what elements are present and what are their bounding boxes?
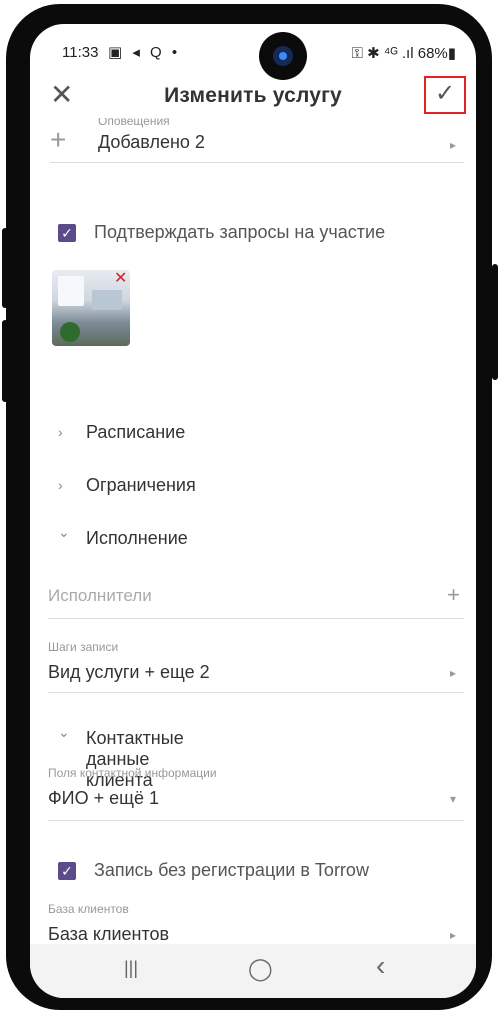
dropdown-arrow-icon: ▾ bbox=[449, 792, 456, 806]
power-button bbox=[492, 264, 498, 380]
plus-icon[interactable]: + bbox=[447, 582, 460, 608]
section-execution-label: Исполнение bbox=[86, 528, 188, 548]
chevron-right-icon: › bbox=[58, 477, 63, 493]
recent-apps-icon[interactable]: ||| bbox=[124, 958, 138, 979]
contact-fields-label: Поля контактной информации bbox=[48, 766, 217, 780]
phone-frame: 11:33 ▣ ◂ Q • ⚿ ✱ ⁴ᴳ .ıl 68%▮ ✕ Изменить… bbox=[2, 4, 498, 1010]
form-content: Оповещения + Добавлено 2 ▸ ✓ Подтверждат… bbox=[30, 118, 476, 944]
status-time: 11:33 bbox=[62, 44, 99, 61]
status-bar: 11:33 ▣ ◂ Q • ⚿ ✱ ⁴ᴳ .ıl 68%▮ bbox=[30, 40, 476, 68]
notification-icons: ▣ ◂ Q • bbox=[108, 44, 181, 61]
chevron-right-icon: › bbox=[58, 424, 63, 440]
screen: 11:33 ▣ ◂ Q • ⚿ ✱ ⁴ᴳ .ıl 68%▮ ✕ Изменить… bbox=[30, 24, 476, 998]
system-nav-bar: ||| ◯ ‹ bbox=[30, 944, 476, 998]
steps-label: Шаги записи bbox=[48, 640, 119, 654]
plus-icon[interactable]: + bbox=[50, 124, 66, 156]
back-icon[interactable]: ‹ bbox=[376, 950, 385, 982]
checkbox-checked-icon[interactable]: ✓ bbox=[58, 862, 76, 880]
volume-button bbox=[2, 228, 8, 308]
steps-field[interactable]: Шаги записи Вид услуги + еще 2 ▸ bbox=[48, 640, 464, 693]
steps-value: Вид услуги + еще 2 bbox=[48, 662, 210, 682]
checkmark-icon: ✓ bbox=[435, 80, 456, 107]
front-camera bbox=[259, 32, 307, 80]
app-bar: ✕ Изменить услугу bbox=[30, 74, 476, 116]
client-base-value: База клиентов bbox=[48, 924, 170, 944]
notifications-value: Добавлено 2 bbox=[98, 132, 205, 152]
arrow-right-icon: ▸ bbox=[449, 666, 456, 680]
contact-fields-select[interactable]: Поля контактной информации ФИО + ещё 1 ▾ bbox=[48, 766, 464, 821]
arrow-right-icon: ▸ bbox=[449, 928, 456, 942]
section-schedule-label: Расписание bbox=[86, 422, 186, 442]
save-button[interactable]: ✓ bbox=[424, 76, 466, 114]
chevron-down-icon: ⌄ bbox=[58, 724, 70, 740]
performers-placeholder: Исполнители bbox=[48, 586, 152, 605]
volume-button bbox=[2, 320, 8, 402]
client-base-label: База клиентов bbox=[48, 902, 129, 916]
arrow-right-icon: ▸ bbox=[449, 138, 456, 152]
notifications-row[interactable]: + Добавлено 2 ▸ bbox=[50, 124, 464, 163]
no-registration-label: Запись без регистрации в Torrow bbox=[94, 860, 369, 880]
system-icons: ⚿ ✱ ⁴ᴳ .ıl 68%▮ bbox=[351, 45, 456, 62]
contact-fields-value: ФИО + ещё 1 bbox=[48, 788, 159, 808]
home-icon[interactable]: ◯ bbox=[248, 956, 273, 982]
page-title: Изменить услугу bbox=[164, 84, 342, 107]
checkbox-checked-icon[interactable]: ✓ bbox=[58, 224, 76, 242]
performers-field[interactable]: Исполнители + bbox=[48, 580, 464, 619]
section-limits-label: Ограничения bbox=[86, 475, 196, 495]
client-base-field[interactable]: База клиентов База клиентов ▸ bbox=[48, 902, 464, 944]
confirm-requests-label: Подтверждать запросы на участие bbox=[94, 222, 386, 242]
remove-photo-icon[interactable]: ✕ bbox=[114, 268, 127, 288]
chevron-down-icon: ⌄ bbox=[58, 524, 70, 540]
